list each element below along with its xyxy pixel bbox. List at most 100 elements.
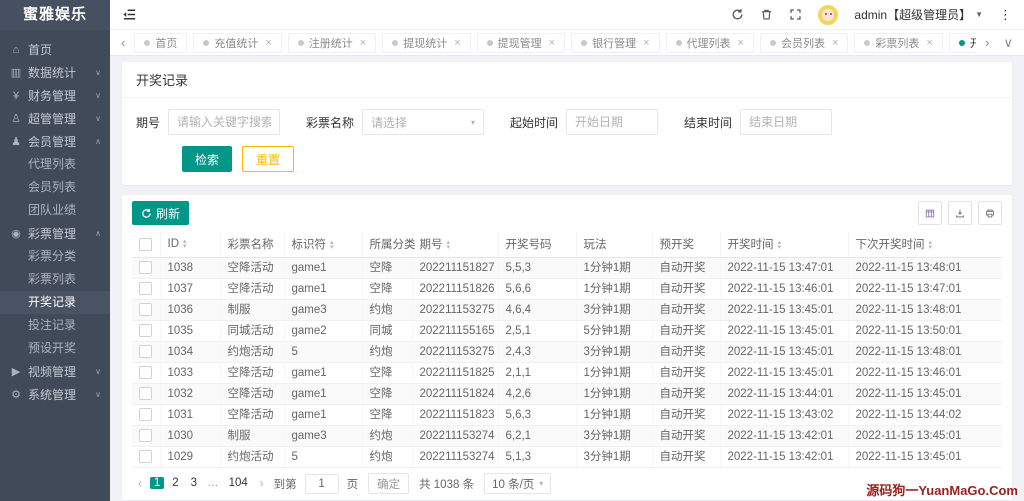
cell-numbers: 6,2,1 [498,425,577,447]
tab-item[interactable]: 彩票列表 × [854,32,943,53]
sidebar-subitem[interactable]: 团队业绩 [0,199,110,222]
user-menu[interactable]: admin【超级管理员】 ▼ [854,6,983,23]
cell-numbers: 5,6,6 [498,278,577,300]
close-icon[interactable]: × [265,37,271,49]
sidebar-item[interactable]: ◉ 彩票管理 ∧ [0,222,110,245]
sort-icon[interactable]: ▴ ▾ [183,238,187,250]
tabs-scroll-right-button[interactable]: › [980,35,994,50]
search-button[interactable]: 检索 [182,146,233,172]
cell-pre_draw: 自动开奖 [652,404,721,426]
table-refresh-button[interactable]: 刷新 [132,201,190,225]
cell-id: 1032 [160,383,221,405]
row-checkbox[interactable] [139,260,152,274]
close-icon[interactable]: × [738,37,744,49]
column-label: 玩法 [583,239,607,251]
close-icon[interactable]: × [549,37,555,49]
row-checkbox[interactable] [139,407,152,421]
table-row: 1035 同城活动 game2 同城 202211155165 2,5,1 5分钟1期 自动开… [132,320,1002,342]
sort-icon[interactable]: ▴ ▾ [447,239,451,251]
tab-item[interactable]: 会员列表 × [759,32,849,53]
sidebar-subitem[interactable]: 彩票分类 [0,245,110,268]
row-checkbox[interactable] [139,323,152,337]
sort-icon[interactable]: ▴ ▾ [778,239,782,251]
tab-item[interactable]: 提现统计 × [382,32,471,53]
cell-identifier: 5 [284,446,363,468]
end-date-input[interactable] [740,109,833,135]
cell-issue: 202211153274 [412,425,499,447]
page-button[interactable]: 1 [149,477,165,489]
row-checkbox[interactable] [139,344,152,358]
cell-lottery_name: 空降活动 [220,404,285,426]
sidebar-item[interactable]: ⚙ 系统管理 ∨ [0,383,110,406]
row-checkbox[interactable] [139,428,152,442]
lottery-name-select[interactable]: 请选择 ▾ [362,109,485,135]
chevron-down-icon: ▾ [539,479,544,488]
columns-filter-button[interactable] [918,201,942,225]
row-checkbox[interactable] [139,449,152,463]
sidebar-subitem[interactable]: 彩票列表 [0,268,110,291]
refresh-button[interactable] [731,8,744,21]
sidebar-item[interactable]: ♙ 超管管理 ∨ [0,107,110,130]
tab-item[interactable]: 充值统计 × [193,32,282,53]
cell-draw_time: 2022-11-15 13:45:01 [720,299,849,321]
clear-cache-button[interactable] [760,8,773,21]
sort-icon[interactable]: ▴ ▾ [330,239,334,251]
tab-item[interactable]: 开奖记录× [948,32,977,53]
select-all-checkbox[interactable] [139,237,152,251]
confirm-page-button[interactable]: 确定 [368,473,410,494]
close-icon[interactable]: × [360,37,366,49]
sidebar-item[interactable]: ¥ 财务管理 ∨ [0,84,110,107]
finance-icon: ¥ [12,89,20,102]
sidebar-item[interactable]: ▥ 数据统计 ∨ [0,61,110,84]
close-icon[interactable]: × [832,37,838,49]
cell-next_draw_time: 2022-11-15 13:50:01 [848,320,1002,342]
tab-item[interactable]: 代理列表 × [665,32,754,53]
filter-field-label: 结束时间 [684,115,733,130]
row-checkbox[interactable] [139,365,152,379]
row-checkbox[interactable] [139,281,152,295]
tabs-scroll-left-button[interactable]: ‹ [116,35,130,50]
cell-next_draw_time: 2022-11-15 13:45:01 [848,446,1002,468]
prev-page-button[interactable]: ‹ [132,478,148,490]
avatar-face-icon [822,8,835,21]
brand-logo[interactable]: 蜜雅娱乐 [0,0,110,30]
print-button[interactable] [978,201,1002,225]
reset-button[interactable]: 重置 [242,146,295,172]
tab-item[interactable]: 提现管理 × [476,32,566,53]
sidebar-item[interactable]: ♟ 会员管理 ∧ [0,130,110,153]
export-button[interactable] [948,201,972,225]
page-button[interactable]: 104 [225,477,252,489]
close-icon[interactable]: × [454,37,460,49]
tab-item[interactable]: 银行管理 × [571,32,660,53]
cell-play: 3分钟1期 [576,425,653,447]
chevron-down-icon: ▾ [471,117,476,127]
row-checkbox[interactable] [139,386,152,400]
issue-search-input[interactable] [168,109,281,135]
row-checkbox[interactable] [139,302,152,316]
sort-icon[interactable]: ▴ ▾ [929,239,933,251]
page-button[interactable]: 2 [168,477,182,489]
sidebar-item[interactable]: ⌂ 首页 [0,38,110,61]
sidebar-subitem[interactable]: 会员列表 [0,176,110,199]
close-icon[interactable]: × [926,37,932,49]
page-size-select[interactable]: 10 条/页 ▾ [484,473,552,494]
avatar[interactable] [818,4,839,25]
sidebar-item[interactable]: ▶ 视频管理 ∨ [0,360,110,383]
start-date-input[interactable] [566,109,659,135]
tabs-menu-button[interactable]: ∨ [998,35,1018,51]
goto-page-input[interactable] [304,473,339,494]
tab-item[interactable]: 首页 [134,32,188,53]
sidebar-item-label: 系统管理 [28,388,77,402]
collapse-sidebar-button[interactable] [122,7,137,22]
fullscreen-button[interactable] [789,8,802,21]
page-button[interactable]: 3 [187,477,201,489]
sidebar-subitem[interactable]: 预设开奖 [0,337,110,360]
sidebar-subitem[interactable]: 代理列表 [0,153,110,176]
more-vert-icon[interactable]: ⋮ [999,8,1012,21]
close-icon[interactable]: × [643,37,649,49]
sidebar-subitem[interactable]: 投注记录 [0,314,110,337]
cell-play: 1分钟1期 [576,362,653,384]
tab-item[interactable]: 注册统计 × [287,32,377,53]
next-page-button[interactable]: › [254,478,270,490]
sidebar-subitem[interactable]: 开奖记录 [0,291,110,314]
